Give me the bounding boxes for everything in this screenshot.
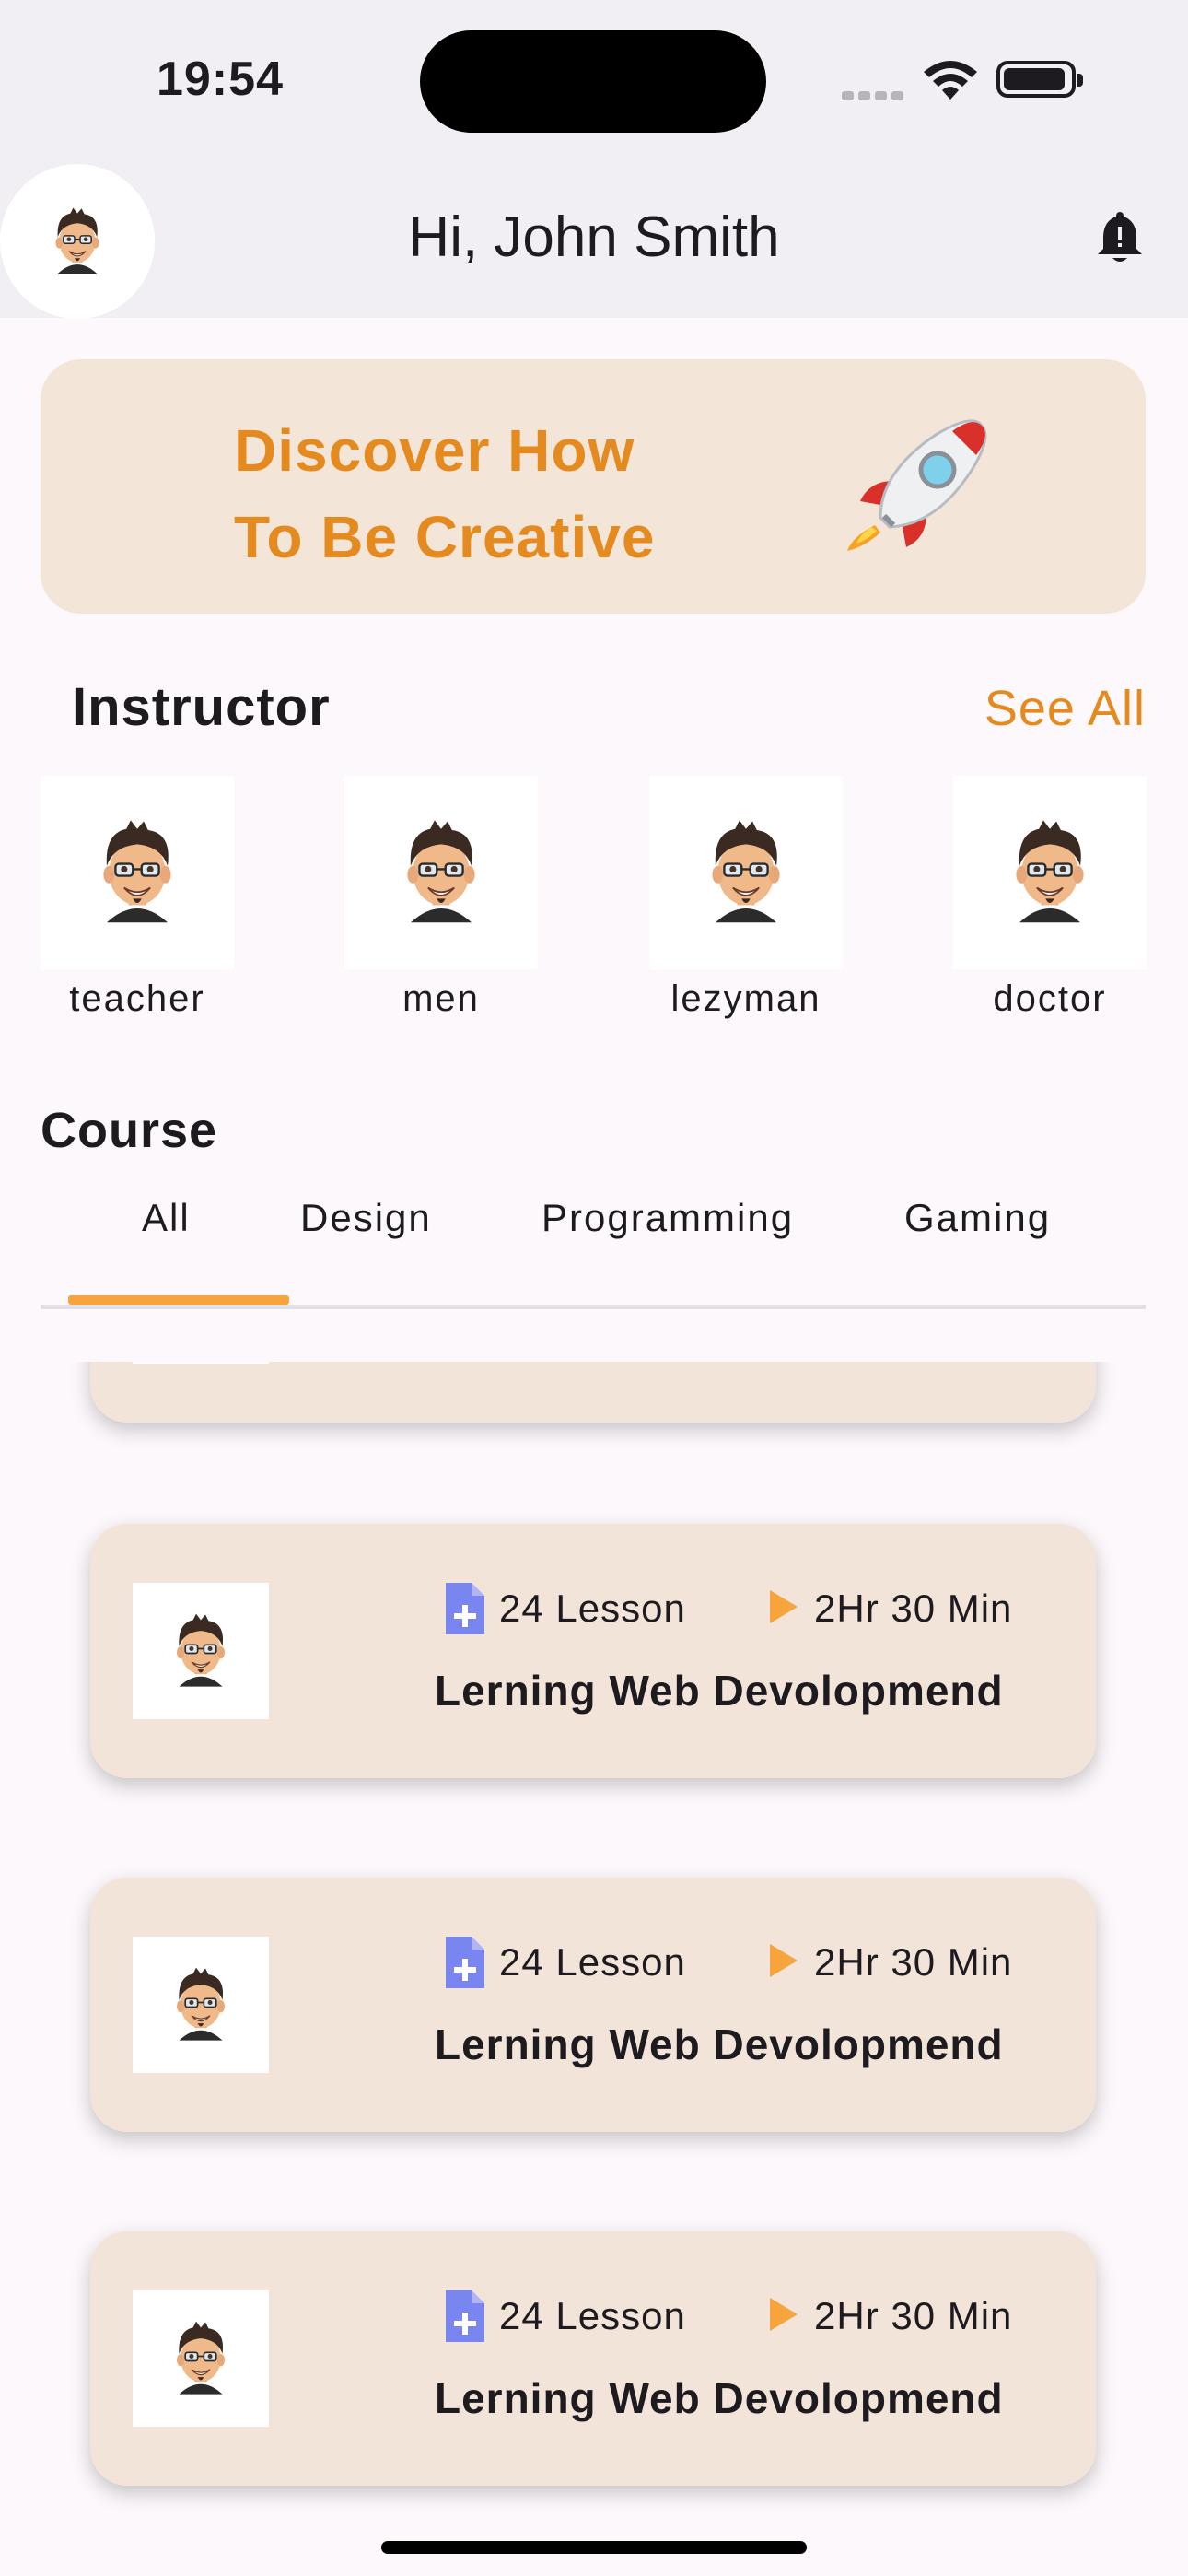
bell-icon[interactable] — [1094, 208, 1146, 265]
tab-indicator — [68, 1295, 289, 1305]
instructor-avatar-icon — [692, 803, 800, 942]
battery-icon — [996, 61, 1083, 98]
course-name: Lerning Web Devolopmend — [435, 2374, 1004, 2422]
course-avatar-icon — [162, 1601, 239, 1701]
banner-line-1: Discover How — [234, 417, 635, 484]
lesson-count: 24 Lesson — [499, 1940, 686, 1984]
course-card[interactable]: 24 Lesson 2Hr 30 Min Lerning Web Devolop… — [90, 1878, 1096, 2132]
course-tab-bar: All Design Programming Gaming — [41, 1196, 1146, 1309]
top-bar: 19:54 Hi, John Smith — [0, 0, 1188, 319]
banner-text: Discover How To Be Creative — [234, 407, 655, 580]
greeting-title: Hi, John Smith — [408, 205, 780, 269]
document-icon — [446, 1583, 484, 1634]
banner-line-2: To Be Creative — [234, 504, 656, 570]
instructor-item[interactable]: teacher — [41, 776, 234, 1020]
course-duration: 2Hr 30 Min — [814, 2294, 1013, 2337]
see-all-link[interactable]: See All — [984, 680, 1146, 737]
cellular-signal-icon — [842, 88, 908, 105]
tab-design[interactable]: Design — [300, 1196, 432, 1240]
document-icon — [446, 1937, 484, 1988]
course-thumbnail — [133, 2290, 269, 2427]
course-list[interactable]: 24 Lesson 2Hr 30 Min Lerning Web Devolop… — [0, 1362, 1188, 2576]
tab-all[interactable]: All — [142, 1196, 191, 1240]
instructor-name: men — [402, 978, 480, 1019]
rocket-icon — [847, 419, 987, 551]
course-duration: 2Hr 30 Min — [814, 1940, 1013, 1984]
instructor-item[interactable]: lezyman — [649, 776, 843, 1020]
tab-programming[interactable]: Programming — [542, 1196, 794, 1240]
lesson-count: 24 Lesson — [499, 2294, 686, 2337]
course-avatar-icon — [162, 2309, 239, 2408]
course-name: Lerning Web Devolopmend — [435, 1667, 1004, 1715]
course-thumbnail — [133, 1937, 269, 2073]
play-icon — [770, 2298, 798, 2331]
dynamic-island — [420, 30, 766, 133]
play-icon — [770, 1944, 798, 1977]
instructor-name: lezyman — [670, 978, 821, 1019]
instructor-section-title: Instructor — [72, 677, 331, 737]
course-name: Lerning Web Devolopmend — [435, 2020, 1004, 2068]
instructor-name: teacher — [69, 978, 205, 1019]
course-section-title: Course — [41, 1103, 218, 1158]
course-duration: 2Hr 30 Min — [814, 1587, 1013, 1630]
course-card[interactable]: 24 Lesson 2Hr 30 Min Lerning Web Devolop… — [90, 2231, 1096, 2486]
instructor-name: doctor — [993, 978, 1107, 1019]
course-card[interactable]: 24 Lesson 2Hr 30 Min Lerning Web Devolop… — [90, 1524, 1096, 1778]
instructor-item[interactable]: men — [344, 776, 538, 1020]
lesson-count: 24 Lesson — [499, 1587, 686, 1630]
course-thumbnail — [133, 1583, 269, 1719]
instructor-avatar-icon — [996, 803, 1104, 942]
document-icon — [446, 2290, 484, 2342]
instructor-avatar-icon — [387, 803, 495, 942]
play-icon — [770, 1590, 798, 1623]
course-avatar-icon — [162, 1955, 239, 2055]
promo-banner[interactable]: Discover How To Be Creative — [41, 359, 1146, 614]
instructor-avatar-icon — [83, 803, 192, 942]
tab-gaming[interactable]: Gaming — [904, 1196, 1051, 1240]
instructor-item[interactable]: doctor — [953, 776, 1147, 1020]
course-card-partial[interactable] — [90, 1362, 1096, 1423]
home-indicator[interactable] — [381, 2541, 807, 2554]
wifi-icon — [924, 61, 977, 100]
status-time: 19:54 — [157, 53, 284, 106]
